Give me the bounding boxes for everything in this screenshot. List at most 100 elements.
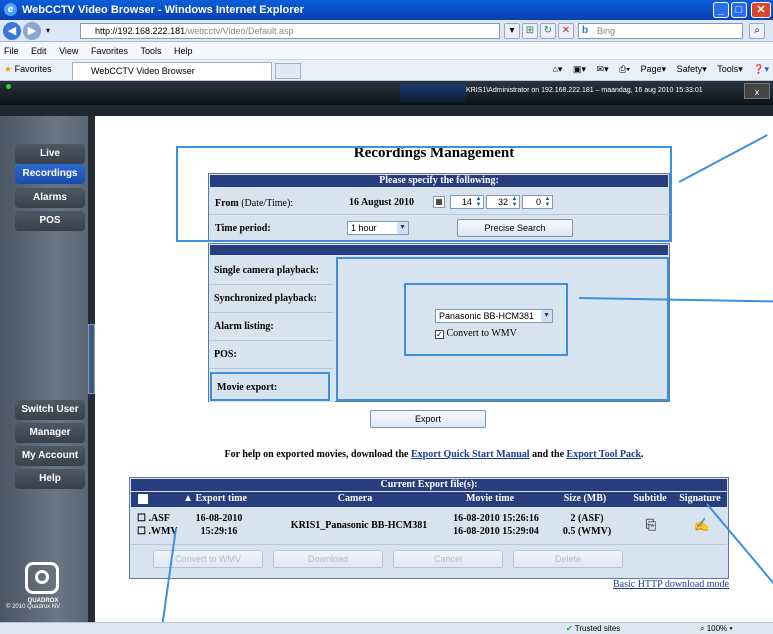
url-host: http://192.168.222.181 <box>95 26 186 36</box>
nav-switch-user[interactable]: Switch User <box>15 400 85 420</box>
address-bar: ◀ ▶ ▾ http://192.168.222.181/webcctv/Vid… <box>0 20 773 42</box>
star-icon: ★ <box>4 64 13 74</box>
signature-icon[interactable]: ✍ <box>691 517 713 533</box>
copyright: © 2010 Quadrox NV <box>6 604 61 610</box>
format-asf[interactable]: ☐ .ASF <box>137 513 170 524</box>
nav-recordings[interactable]: Recordings <box>15 164 85 184</box>
security-zone: ✔ Trusted sites <box>566 624 620 633</box>
export-clock: 15:29:16 <box>200 526 238 537</box>
history-dropdown-icon[interactable]: ▾ <box>46 26 50 35</box>
safety-menu[interactable]: Safety <box>677 64 703 74</box>
window-title: WebCCTV Video Browser - Windows Internet… <box>22 4 304 16</box>
mode-movie-export[interactable]: Movie export: <box>210 372 330 401</box>
sidebar-rail <box>88 116 95 622</box>
forward-icon[interactable]: ▶ <box>23 22 41 40</box>
mode-single-camera[interactable]: Single camera playback: <box>209 257 333 285</box>
stop-icon[interactable]: ✕ <box>558 23 574 39</box>
subtitle-icon[interactable]: ⎘ <box>641 517 661 533</box>
main-content: Recordings Management Please specify the… <box>95 116 773 628</box>
check-icon: ✔ <box>566 624 573 633</box>
nav-my-account[interactable]: My Account <box>15 446 85 466</box>
menu-file[interactable]: File <box>4 46 19 56</box>
print-icon[interactable]: ⎙▾ <box>619 64 630 74</box>
quick-start-link[interactable]: Export Quick Start Manual <box>411 449 530 460</box>
status-bar: ✔ Trusted sites ⌕ 100% ▾ <box>0 622 773 634</box>
col-subtitle[interactable]: Subtitle <box>625 493 675 504</box>
menu-tools[interactable]: Tools <box>140 46 161 56</box>
mail-icon[interactable]: ✉▾ <box>597 64 609 74</box>
zone-label: Trusted sites <box>574 624 621 633</box>
menu-bar: File Edit View Favorites Tools Help <box>0 42 773 60</box>
col-export-time[interactable]: ▲ Export time <box>170 493 260 504</box>
export-button[interactable]: Export <box>370 410 486 428</box>
tools-menu[interactable]: Tools <box>717 64 738 74</box>
sidebar-collapse-handle[interactable] <box>88 324 95 394</box>
window-titlebar: e WebCCTV Video Browser - Windows Intern… <box>0 0 773 20</box>
basic-http-link[interactable]: Basic HTTP download mode <box>505 579 729 590</box>
movie-start: 16-08-2010 15:26:16 <box>453 513 539 524</box>
menu-favorites[interactable]: Favorites <box>91 46 128 56</box>
session-info: KRIS1\Administrator on 192.168.222.181 –… <box>466 87 703 94</box>
help-icon[interactable]: ❓▾ <box>753 64 769 74</box>
col-movie-time[interactable]: Movie time <box>435 493 545 504</box>
url-field[interactable]: http://192.168.222.181/webcctv/Video/Def… <box>80 23 500 39</box>
ie-logo-icon: e <box>4 3 17 16</box>
format-wmv[interactable]: ☐ .WMV <box>137 526 178 537</box>
table-row: ☐ .ASF ☐ .WMV 16-08-2010 15:29:16 KRIS1_… <box>131 508 727 545</box>
menu-edit[interactable]: Edit <box>31 46 47 56</box>
exports-table: Current Export file(s): ▲ Export time Ca… <box>129 477 729 579</box>
camera-name: KRIS1_Panasonic BB-HCM381 <box>290 520 428 531</box>
feeds-icon[interactable]: ▣▾ <box>573 64 586 74</box>
callout-camera-box <box>404 283 568 356</box>
url-path: /webcctv/Video/Default.asp <box>185 26 294 36</box>
nav-manager[interactable]: Manager <box>15 423 85 443</box>
col-signature[interactable]: Signature <box>675 493 725 504</box>
dropdown-icon[interactable]: ▾ <box>504 23 520 39</box>
nav-pos[interactable]: POS <box>15 211 85 231</box>
search-input[interactable]: Bing <box>578 23 743 39</box>
mode-synchronized[interactable]: Synchronized playback: <box>209 285 333 313</box>
sort-asc-icon: ▲ <box>183 493 193 504</box>
download-button[interactable]: Download <box>273 550 383 568</box>
help-text: For help on exported movies, download th… <box>224 449 644 460</box>
favorites-bar: ★ Favorites WebCCTV Video Browser ⌂▾ ▣▾ … <box>0 60 773 81</box>
movie-end: 16-08-2010 15:29:04 <box>453 526 539 537</box>
mode-pos[interactable]: POS: <box>209 341 333 369</box>
browser-tab[interactable]: WebCCTV Video Browser <box>72 62 272 80</box>
compat-view-icon[interactable]: ⊞ <box>522 23 538 39</box>
search-icon[interactable]: ⌕ <box>749 23 765 39</box>
tab-title: WebCCTV Video Browser <box>91 66 195 76</box>
menu-view[interactable]: View <box>59 46 78 56</box>
col-size[interactable]: Size (MB) <box>545 493 625 504</box>
favorites-label: Favorites <box>14 64 52 74</box>
favorites-button[interactable]: ★ Favorites <box>4 64 52 75</box>
size-asf: 2 (ASF) <box>570 513 604 524</box>
app-close-button[interactable]: x <box>744 83 770 99</box>
export-date: 16-08-2010 <box>195 513 243 524</box>
mode-header-bar <box>210 245 668 255</box>
delete-button[interactable]: Delete <box>513 550 623 568</box>
close-window-button[interactable]: ✕ <box>751 2 771 18</box>
size-wmv: 0.5 (WMV) <box>562 526 612 537</box>
nav-alarms[interactable]: Alarms <box>15 188 85 208</box>
back-icon[interactable]: ◀ <box>3 22 21 40</box>
page-menu[interactable]: Page <box>641 64 662 74</box>
maximize-button[interactable]: □ <box>731 2 747 18</box>
nav-help[interactable]: Help <box>15 469 85 489</box>
nav-live[interactable]: Live <box>15 144 85 164</box>
export-tool-pack-link[interactable]: Export Tool Pack <box>567 449 641 460</box>
select-all-checkbox[interactable] <box>138 494 148 504</box>
refresh-icon[interactable]: ↻ <box>540 23 556 39</box>
new-tab-button[interactable] <box>275 63 301 79</box>
home-icon[interactable]: ⌂▾ <box>553 64 563 74</box>
zoom-level: 100% <box>706 624 728 633</box>
app-header: KRIS1\Administrator on 192.168.222.181 –… <box>0 81 773 116</box>
minimize-button[interactable]: _ <box>713 2 729 18</box>
menu-help[interactable]: Help <box>174 46 193 56</box>
col-camera[interactable]: Camera <box>280 493 430 504</box>
zoom-control[interactable]: ⌕ 100% ▾ <box>700 624 733 634</box>
cancel-button[interactable]: Cancel <box>393 550 503 568</box>
bing-logo-icon: b <box>582 25 589 36</box>
mode-alarm-listing[interactable]: Alarm listing: <box>209 313 333 341</box>
callout-search-box <box>176 146 672 242</box>
